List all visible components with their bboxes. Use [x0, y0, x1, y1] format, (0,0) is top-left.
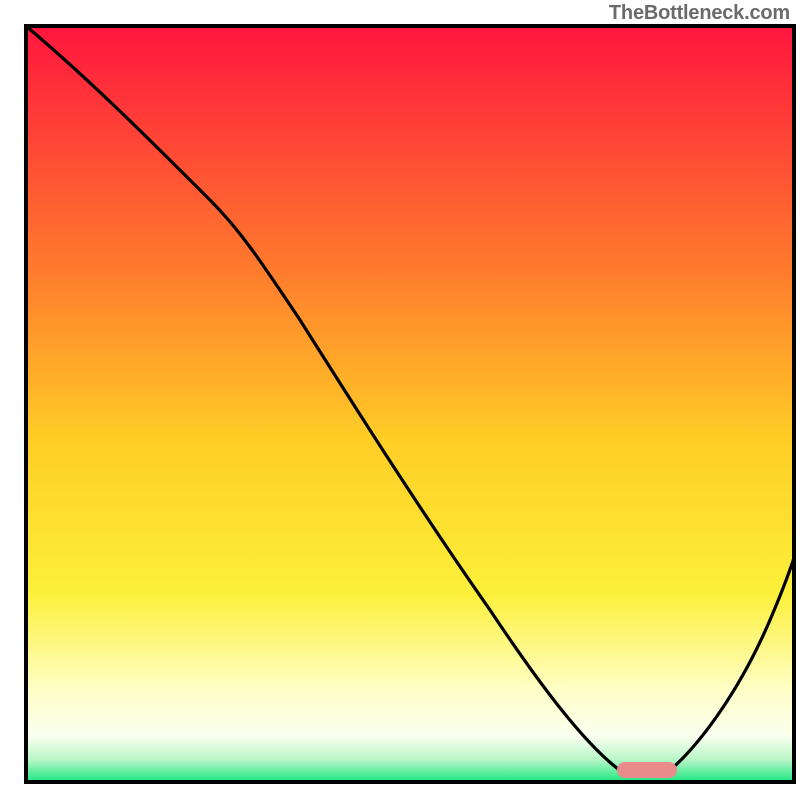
watermark-text: TheBottleneck.com: [609, 2, 790, 25]
optimal-marker: [617, 762, 677, 778]
chart-container: TheBottleneck.com: [0, 0, 800, 800]
bottleneck-chart: [0, 0, 800, 800]
plot-background: [26, 26, 794, 782]
